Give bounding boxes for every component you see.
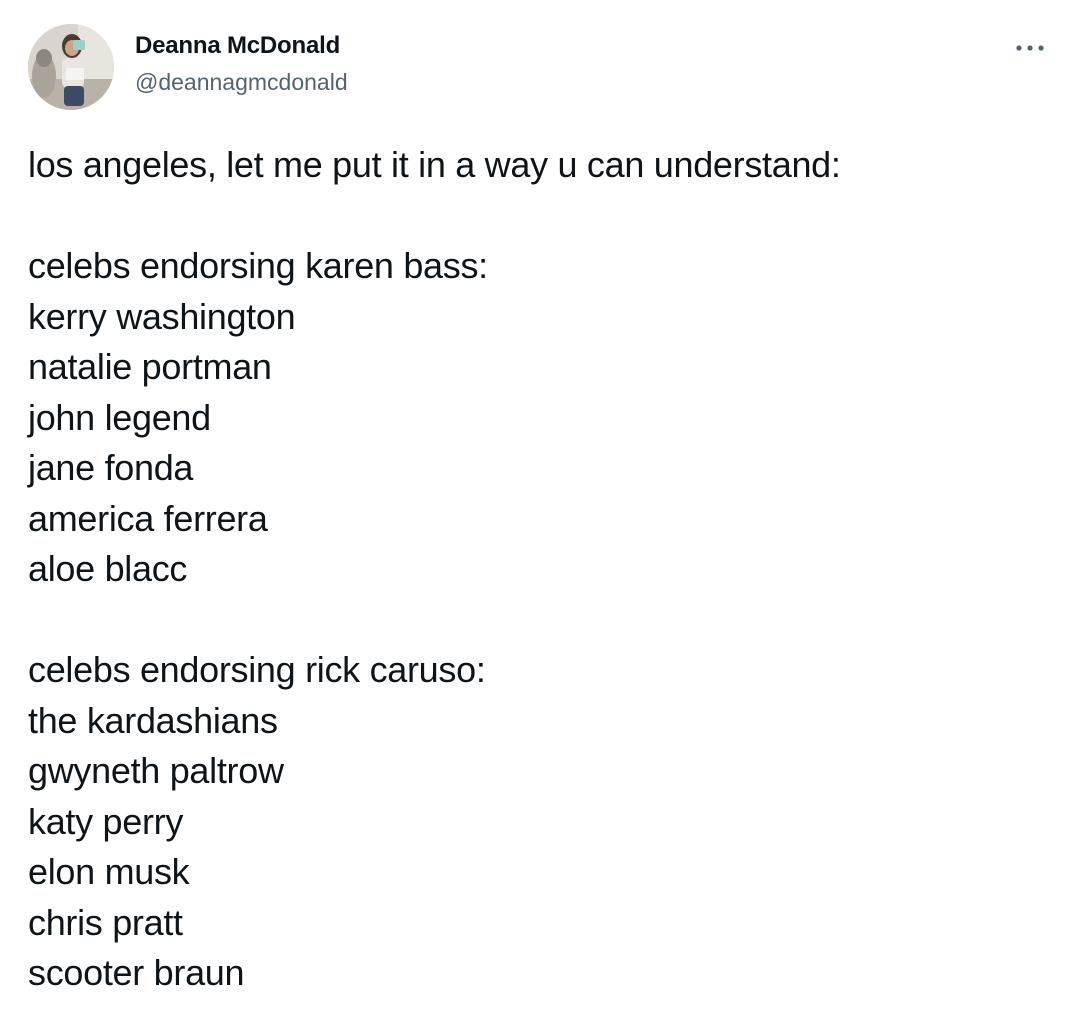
tweet-card: Deanna McDonald @deannagmcdonald los ang… bbox=[0, 0, 1070, 1018]
list-item: aloe blacc bbox=[28, 548, 188, 589]
list-item: john legend bbox=[28, 396, 211, 438]
list-item: kerry washington bbox=[28, 295, 296, 337]
list-item: the kardashians bbox=[28, 699, 278, 741]
list-item: america ferrera bbox=[28, 497, 268, 539]
more-options-button[interactable] bbox=[1010, 34, 1050, 62]
author-display-name[interactable]: Deanna McDonald bbox=[135, 32, 340, 60]
author-handle[interactable]: @deannagmcdonald bbox=[135, 69, 348, 96]
list-item: scooter braun bbox=[28, 952, 245, 993]
list-item: elon musk bbox=[28, 851, 190, 892]
avatar-photo-icon bbox=[28, 24, 114, 110]
list-item: chris pratt bbox=[28, 901, 183, 943]
tweet-intro: los angeles, let me put it in a way u ca… bbox=[28, 144, 841, 185]
list-item: gwyneth paltrow bbox=[28, 750, 284, 791]
list-item: katy perry bbox=[28, 800, 184, 842]
more-horizontal-icon bbox=[1016, 45, 1044, 51]
group-b-heading: celebs endorsing rick caruso: bbox=[28, 649, 486, 690]
tweet-text: los angeles, let me put it in a way u ca… bbox=[28, 140, 1038, 999]
avatar[interactable] bbox=[28, 24, 114, 110]
group-a-heading: celebs endorsing karen bass: bbox=[28, 245, 488, 286]
list-item: natalie portman bbox=[28, 346, 272, 387]
list-item: jane fonda bbox=[28, 447, 194, 488]
